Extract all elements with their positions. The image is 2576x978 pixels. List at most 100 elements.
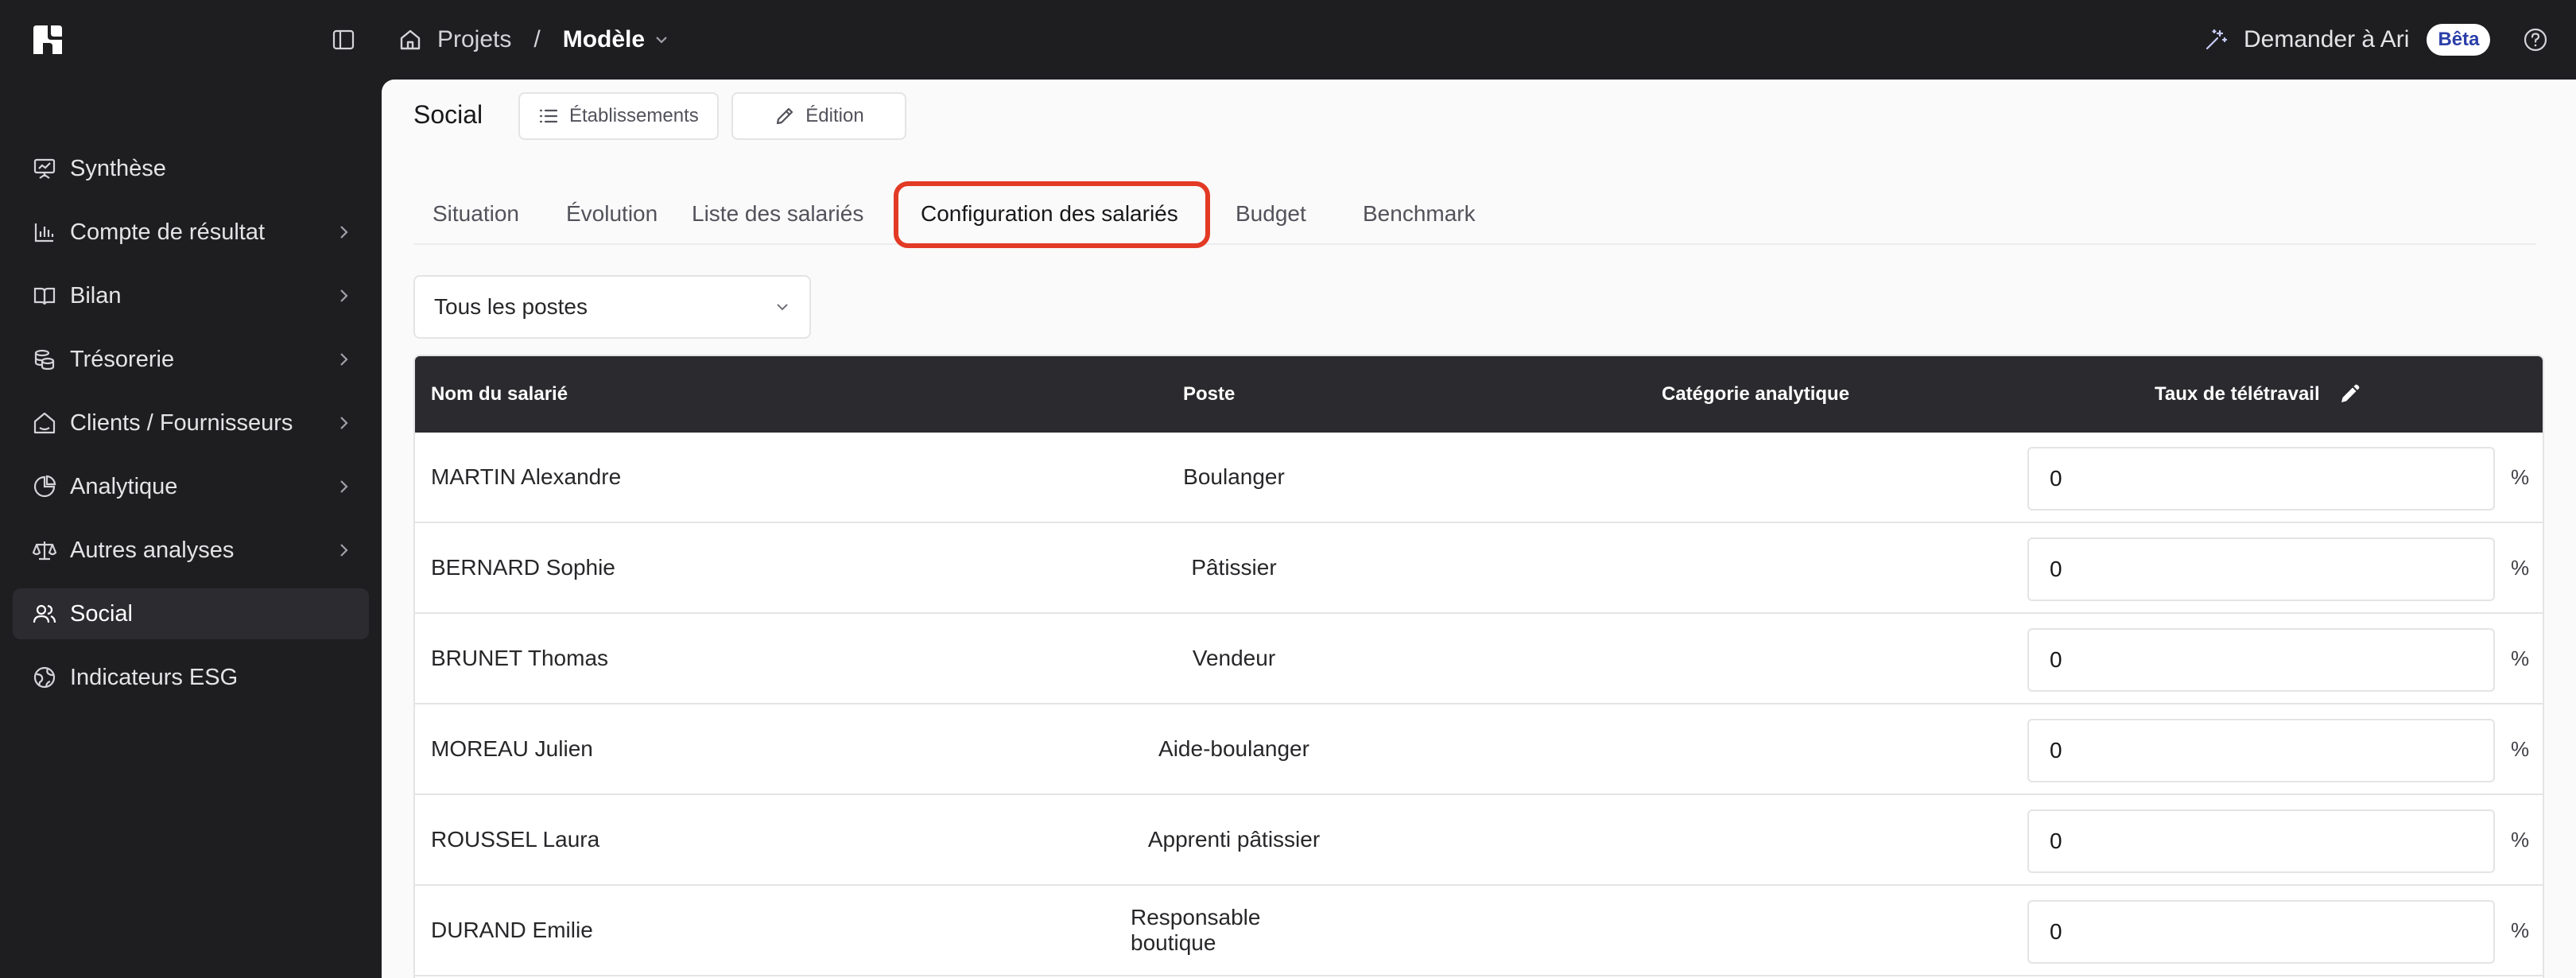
top-bar: Projets / Modèle Demander à Ari Bêta: [0, 0, 2576, 80]
table-row: MOREAU Julien Aide-boulanger %: [415, 704, 2543, 795]
breadcrumb: Projets / Modèle: [398, 22, 670, 57]
bar-chart-icon: [34, 223, 54, 243]
breadcrumb-current-label: Modèle: [562, 26, 646, 52]
table-row: BRUNET Thomas Vendeur %: [415, 614, 2543, 704]
table-row: ROUSSEL Laura Apprenti pâtissier %: [415, 795, 2543, 886]
globe-icon: [33, 666, 56, 689]
employee-poste: Pâtissier: [1191, 555, 1277, 580]
teletravail-rate-input[interactable]: [2027, 809, 2495, 873]
teletravail-rate-input[interactable]: [2027, 719, 2495, 782]
beta-badge: Bêta: [2427, 24, 2491, 56]
employee-name: MOREAU Julien: [431, 736, 593, 761]
page-title: Social: [413, 100, 483, 129]
percent-unit: %: [2511, 827, 2530, 852]
sidebar-item-bilan[interactable]: Bilan: [13, 270, 369, 321]
chevron-right-icon: [340, 289, 348, 302]
table-header: Nom du salarié Poste Catégorie analytiqu…: [415, 356, 2543, 433]
sidebar-item-autres-analyses[interactable]: Autres analyses: [13, 525, 369, 576]
book-icon: [33, 287, 56, 305]
poste-filter-value: Tous les postes: [434, 294, 588, 319]
tab-budget[interactable]: Budget: [1216, 183, 1325, 245]
pencil-icon[interactable]: [2337, 382, 2361, 406]
column-header-teletravail-label: Taux de télétravail: [2155, 383, 2320, 405]
tab-liste-des-salaries[interactable]: Liste des salariés: [673, 183, 883, 245]
home-handshake-icon: [33, 412, 56, 434]
sidebar-item-synthese[interactable]: Synthèse: [13, 143, 369, 194]
percent-unit: %: [2511, 464, 2530, 489]
sidebar-item-label: Clients / Fournisseurs: [70, 409, 293, 436]
breadcrumb-projects-link[interactable]: Projets: [437, 26, 511, 53]
column-header-poste[interactable]: Poste: [1183, 356, 1235, 433]
establishments-button[interactable]: Établissements: [518, 92, 719, 140]
breadcrumb-separator: /: [533, 26, 541, 52]
chevron-down-icon: [777, 304, 788, 311]
employee-poste: Apprenti pâtissier: [1147, 827, 1321, 852]
tab-situation[interactable]: Situation: [413, 183, 538, 245]
sidebar-item-label: Indicateurs ESG: [70, 664, 239, 690]
ask-ari-label: Demander à Ari: [2244, 26, 2410, 52]
chevron-right-icon: [340, 226, 348, 239]
scale-icon: [32, 541, 57, 561]
sidebar-item-compte-de-resultat[interactable]: Compte de résultat: [13, 207, 369, 258]
table-row: BERNARD Sophie Pâtissier %: [415, 523, 2543, 614]
ask-ari-button[interactable]: Demander à Ari Bêta: [2202, 21, 2491, 59]
tab-benchmark[interactable]: Benchmark: [1344, 183, 1495, 245]
establishments-label: Établissements: [569, 105, 699, 126]
employee-poste: Responsable boutique: [1131, 905, 1261, 955]
sidebar-item-label: Compte de résultat: [70, 219, 266, 245]
employees-table: Nom du salarié Poste Catégorie analytiqu…: [413, 355, 2544, 978]
tab-bar: Situation Évolution Liste des salariés C…: [413, 183, 2536, 245]
main-panel: Social Établissements Édition Situation …: [382, 80, 2576, 978]
edition-label: Édition: [805, 105, 864, 126]
chevron-right-icon: [340, 544, 348, 557]
breadcrumb-current-dropdown[interactable]: Modèle: [563, 26, 670, 53]
pencil-icon: [777, 107, 793, 125]
app-logo[interactable]: [30, 22, 65, 57]
employee-name: BRUNET Thomas: [431, 646, 609, 670]
sidebar-item-clients-fournisseurs[interactable]: Clients / Fournisseurs: [13, 398, 369, 448]
poste-filter-select[interactable]: Tous les postes: [413, 275, 811, 339]
teletravail-rate-input[interactable]: [2027, 447, 2495, 510]
percent-unit: %: [2511, 646, 2530, 670]
sidebar-item-tresorerie[interactable]: Trésorerie: [13, 334, 369, 385]
sidebar-item-label: Bilan: [70, 282, 122, 309]
employee-name: MARTIN Alexandre: [431, 464, 622, 489]
sidebar-item-analytique[interactable]: Analytique: [13, 461, 369, 512]
sidebar-toggle-icon[interactable]: [331, 27, 356, 52]
teletravail-rate-input[interactable]: [2027, 900, 2495, 964]
help-icon[interactable]: [2522, 26, 2549, 53]
teletravail-rate-input[interactable]: [2027, 538, 2495, 601]
home-icon[interactable]: [398, 27, 423, 52]
sidebar-item-label: Synthèse: [70, 155, 166, 181]
chevron-right-icon: [340, 417, 348, 429]
column-header-name[interactable]: Nom du salarié: [431, 356, 568, 433]
employee-name: DURAND Emilie: [431, 918, 593, 942]
table-row: DURAND Emilie Responsable boutique %: [415, 886, 2543, 976]
teletravail-rate-input[interactable]: [2027, 628, 2495, 692]
chevron-right-icon: [340, 353, 348, 366]
edition-button[interactable]: Édition: [731, 92, 906, 140]
column-header-teletravail: Taux de télétravail: [2155, 356, 2361, 433]
chevron-right-icon: [340, 480, 348, 493]
magic-wand-icon: [2206, 29, 2228, 50]
employee-poste: Vendeur: [1192, 646, 1276, 670]
users-icon: [33, 604, 56, 623]
tab-configuration-des-salaries[interactable]: Configuration des salariés: [902, 183, 1197, 245]
sidebar-item-social[interactable]: Social: [13, 588, 369, 639]
tab-evolution[interactable]: Évolution: [547, 183, 677, 245]
list-icon: [539, 109, 558, 123]
sidebar-item-indicateurs-esg[interactable]: Indicateurs ESG: [13, 652, 369, 703]
employee-poste: Aide-boulanger: [1158, 736, 1309, 761]
sidebar-item-label: Autres analyses: [70, 537, 235, 563]
column-header-categorie[interactable]: Catégorie analytique: [1662, 356, 1849, 433]
sidebar-item-label: Analytique: [70, 473, 178, 499]
presentation-icon: [33, 158, 56, 179]
percent-unit: %: [2511, 918, 2530, 942]
percent-unit: %: [2511, 736, 2530, 761]
employee-name: ROUSSEL Laura: [431, 827, 600, 852]
employee-poste: Boulanger: [1183, 464, 1285, 489]
chevron-down-icon: [656, 37, 667, 44]
sidebar-item-label: Social: [70, 600, 133, 627]
table-row: MARTIN Alexandre Boulanger %: [415, 433, 2543, 523]
sidebar-item-label: Trésorerie: [70, 346, 175, 372]
